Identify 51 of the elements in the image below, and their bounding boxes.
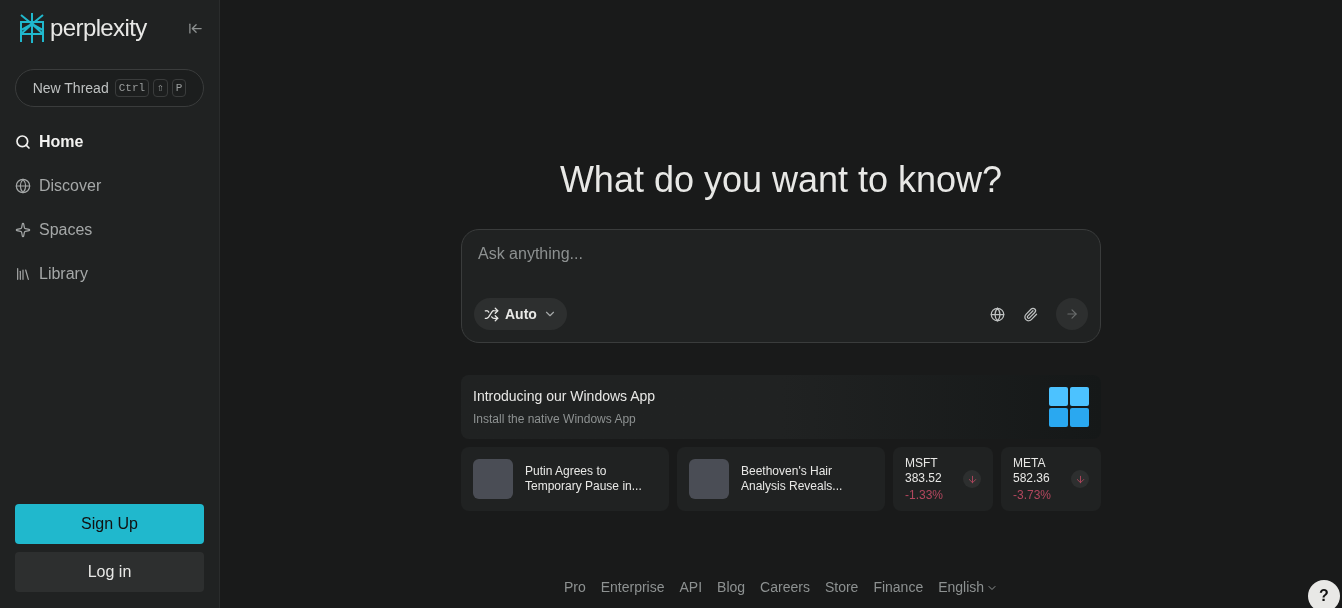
stock-ticker: META [1013,455,1047,471]
promo-card[interactable]: Introducing our Windows App Install the native Windows App [461,375,1101,439]
promo-title: Introducing our Windows App [473,387,656,406]
mode-selector[interactable]: Auto [474,298,567,330]
stock-change: -3.73% [1013,487,1052,503]
logo-icon [18,12,46,44]
stock-ticker: MSFT [905,455,939,471]
stock-card[interactable]: MSFT 383.52 -1.33% [893,447,993,511]
stock-change: -1.33% [905,487,944,503]
logo-text: perplexity [50,13,147,43]
footer-link[interactable]: API [679,577,703,598]
photo-placeholder [473,459,513,499]
keyboard-key: ⇧ [153,78,168,98]
promo-subtitle: Install the native Windows App [473,411,637,428]
search-input[interactable]: Ask anything... [474,242,1088,266]
discover-icon [15,177,31,194]
new-thread-label: New Thread [32,78,109,98]
footer-link[interactable]: Store [824,577,859,598]
spaces-icon [15,221,31,238]
library-icon [15,265,31,282]
news-title: Beethoven's Hair Analysis Reveals... [741,464,844,494]
new-thread-button[interactable]: New Thread Ctrl ⇧ P [15,69,204,107]
footer-link[interactable]: Careers [760,577,810,598]
nav-item[interactable]: Spaces [15,217,204,242]
log-in-button[interactable]: Log in [15,552,204,592]
stock-card[interactable]: META 582.36 -3.73% [1001,447,1101,511]
keyboard-key: P [171,78,187,98]
footer-link[interactable]: Pro [563,577,586,598]
footer-link[interactable]: Enterprise [600,577,665,598]
photo-placeholder [689,459,729,499]
help-button[interactable]: ? [1308,580,1340,608]
shuffle-icon [484,306,499,322]
home-icon [15,133,31,150]
stock-price: 383.52 [905,470,943,486]
globe-icon[interactable] [990,306,1005,322]
nav-item[interactable]: Library [15,261,204,286]
stock-price: 582.36 [1013,470,1051,486]
search-box[interactable]: Ask anything... Auto [461,229,1101,343]
news-card[interactable]: Beethoven's Hair Analysis Reveals... [677,447,885,511]
main-heading: What do you want to know? [559,158,1003,202]
attach-icon[interactable] [1023,306,1038,322]
news-card[interactable]: Putin Agrees to Temporary Pause in... [461,447,669,511]
news-title: Putin Agrees to Temporary Pause in... [525,464,643,494]
sign-up-button[interactable]: Sign Up [15,504,204,544]
windows-logo-icon [1049,387,1089,427]
footer-link[interactable]: Blog [717,577,746,598]
nav-item[interactable]: Discover [15,173,204,198]
keyboard-key: Ctrl [114,78,150,98]
language-selector[interactable]: English [938,577,999,598]
footer-link[interactable]: Finance [873,577,924,598]
nav-item[interactable]: Home [15,129,204,154]
